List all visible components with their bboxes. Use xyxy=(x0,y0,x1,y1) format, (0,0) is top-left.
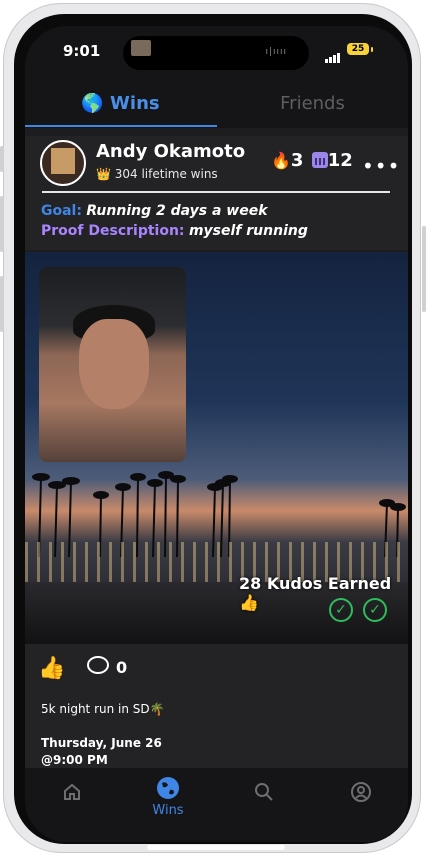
thumbs-up-icon: 👍 xyxy=(239,593,259,612)
tab-wins[interactable]: 🌎 Wins xyxy=(25,80,216,128)
nav-wins-label: Wins xyxy=(152,803,184,818)
avatar[interactable] xyxy=(40,140,86,186)
proof-photo[interactable]: 28 Kudos Earned👍 ✓ ✓ xyxy=(25,252,408,644)
comment-count: 0 xyxy=(116,658,128,677)
proof-value: myself running xyxy=(188,223,308,239)
check-icon: ✓ xyxy=(363,598,387,622)
fire-icon: 🔥 xyxy=(271,151,291,170)
post-date: Thursday, June 26 xyxy=(41,736,162,750)
screen: 9:01 ı|ıııı 25 🌎 Wins Friends Andy Okamo… xyxy=(25,26,408,842)
like-icon[interactable]: 👍 xyxy=(38,656,65,681)
lifetime-wins: 👑 304 lifetime wins xyxy=(96,167,218,181)
kudos-label: 28 Kudos Earned xyxy=(239,574,392,593)
signal-icon xyxy=(325,44,341,63)
post-header: Andy Okamoto 👑 304 lifetime wins 🔥3 12 •… xyxy=(25,136,408,250)
tab-friends[interactable]: Friends xyxy=(217,80,408,128)
home-icon xyxy=(64,783,80,800)
camera-thumbnail-icon xyxy=(131,40,151,56)
post-time: @9:00 PM xyxy=(41,753,108,767)
status-time: 9:01 xyxy=(63,42,101,60)
post-username[interactable]: Andy Okamoto xyxy=(96,141,245,162)
comment-icon[interactable] xyxy=(87,656,109,674)
side-button xyxy=(0,196,4,252)
dynamic-island: ı|ıııı xyxy=(123,36,309,70)
more-options-icon[interactable]: ••• xyxy=(362,154,400,178)
divider xyxy=(42,191,390,193)
side-button xyxy=(0,276,4,332)
nav-profile[interactable] xyxy=(331,782,391,806)
profile-icon xyxy=(351,782,371,802)
bottom-nav: Wins xyxy=(25,768,408,842)
side-button xyxy=(0,146,4,172)
post-actions: 👍 0 5k night run in SD🌴 Thursday, June 2… xyxy=(25,644,408,768)
status-bar: 9:01 ı|ıııı 25 xyxy=(25,26,408,80)
nav-search[interactable] xyxy=(234,782,294,806)
battery-icon: 25 xyxy=(347,43,369,55)
audio-wave-icon: ı|ıııı xyxy=(265,47,287,57)
active-tab-indicator xyxy=(25,125,217,127)
side-button xyxy=(422,226,426,312)
proof-line: Proof Description: myself running xyxy=(41,223,308,239)
goal-value: Running 2 days a week xyxy=(86,203,268,219)
tab-bar: 🌎 Wins Friends xyxy=(25,80,408,128)
search-icon xyxy=(255,783,273,801)
nav-wins[interactable]: Wins xyxy=(138,776,198,818)
goal-line: Goal: Running 2 days a week xyxy=(41,203,268,219)
globe-icon xyxy=(157,777,179,799)
goal-label: Goal: xyxy=(41,203,82,219)
post-caption: 5k night run in SD🌴 xyxy=(41,702,165,716)
calendar-icon xyxy=(311,152,328,168)
face xyxy=(79,319,149,409)
post-stats: 🔥3 12 xyxy=(271,150,353,171)
battery-tip xyxy=(371,47,373,52)
streak-count: 3 xyxy=(290,150,304,171)
days-count: 12 xyxy=(327,150,353,171)
proof-label: Proof Description: xyxy=(41,223,185,239)
check-icon: ✓ xyxy=(329,598,353,622)
nav-home[interactable] xyxy=(42,782,102,806)
selfie-inset[interactable] xyxy=(39,267,186,462)
home-indicator[interactable] xyxy=(147,845,285,850)
